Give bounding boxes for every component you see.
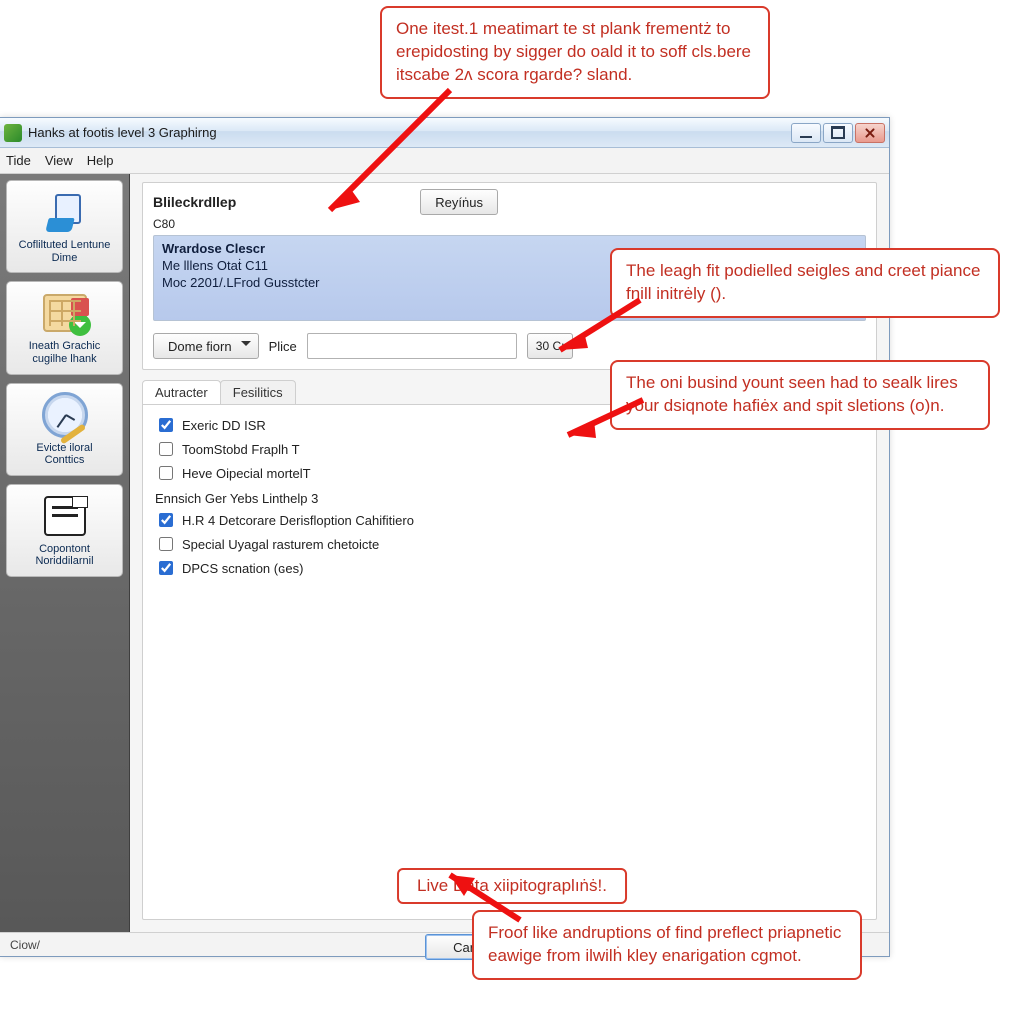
app-window: Hanks at footis level 3 Graphirng Tide V… bbox=[0, 117, 890, 957]
callout-bottom: Froof like andruptions of find preflect … bbox=[472, 910, 862, 980]
sidebar-item-label: Copontont bbox=[9, 543, 120, 556]
sidebar-item-clock[interactable]: Evicte iloral Conttics bbox=[6, 383, 123, 476]
checkbox[interactable] bbox=[159, 561, 173, 575]
menu-help[interactable]: Help bbox=[87, 153, 114, 168]
callout-mid2: The oni busind yount seen had to sealk l… bbox=[610, 360, 990, 430]
sidebar-item-label: Conttics bbox=[9, 454, 120, 467]
close-button[interactable] bbox=[855, 123, 885, 143]
check-dpcs[interactable]: DPCS scnation (ɢes) bbox=[155, 556, 864, 580]
check-special[interactable]: Special Uyagal rasturem chetoicte bbox=[155, 532, 864, 556]
sidebar-item-label: Noriddilarnil bbox=[9, 555, 120, 568]
code-label: C80 bbox=[153, 217, 866, 231]
live-data-banner: Live Data xiipitograplıṅṡ!. bbox=[397, 868, 627, 904]
menu-view[interactable]: View bbox=[45, 153, 73, 168]
status-text: Ciow/ bbox=[10, 938, 40, 952]
group-heading: Ennsich Ger Yebs Linthelp 3 bbox=[155, 491, 864, 506]
plice-label: Plice bbox=[269, 339, 297, 354]
callout-top: One itest.1 meatimart te st plank fremen… bbox=[380, 6, 770, 99]
tab-autracter[interactable]: Autracter bbox=[142, 380, 221, 404]
panel-heading: Blileckrdllep bbox=[153, 194, 236, 210]
dome-fiorn-combo[interactable]: Dome fiorn bbox=[153, 333, 259, 359]
callout-mid1: The leagh fit podielled seigles and cree… bbox=[610, 248, 1000, 318]
table-icon bbox=[43, 294, 87, 332]
minimize-button[interactable] bbox=[791, 123, 821, 143]
alert-badge-icon bbox=[71, 298, 89, 316]
checkbox[interactable] bbox=[159, 537, 173, 551]
menu-tide[interactable]: Tide bbox=[6, 153, 31, 168]
flag-icon bbox=[72, 496, 88, 508]
sidebar-item-label: cugilhe lhank bbox=[9, 353, 120, 366]
maximize-button[interactable] bbox=[823, 123, 853, 143]
menubar: Tide View Help bbox=[0, 148, 889, 174]
checkbox[interactable] bbox=[159, 418, 173, 432]
check-label: H.R 4 Detcorare Derisfloption Cahifitier… bbox=[182, 513, 414, 528]
sidebar-item-label: Ineath Grachic bbox=[9, 340, 120, 353]
check-hr4[interactable]: H.R 4 Detcorare Derisfloption Cahifitier… bbox=[155, 508, 864, 532]
checkbox[interactable] bbox=[159, 466, 173, 480]
titlebar: Hanks at footis level 3 Graphirng bbox=[0, 118, 889, 148]
check-label: Exeric DD ISR bbox=[182, 418, 266, 433]
checkbox[interactable] bbox=[159, 513, 173, 527]
sidebar-item-notes[interactable]: Copontont Noriddilarnil bbox=[6, 484, 123, 577]
reyinus-button[interactable]: Reyíṅus bbox=[420, 189, 498, 215]
check-label: DPCS scnation (ɢes) bbox=[182, 561, 303, 576]
sidebar-item-graphic[interactable]: Ineath Grachic cugilhe lhank bbox=[6, 281, 123, 374]
sidebar-item-lentune[interactable]: Cofliltuted Lentune Dime bbox=[6, 180, 123, 273]
sidebar-item-label: Dime bbox=[9, 252, 120, 265]
check-label: ToomStobd Fraplh T bbox=[182, 442, 300, 457]
document-tray-icon bbox=[45, 192, 85, 232]
app-icon bbox=[4, 124, 22, 142]
window-controls bbox=[791, 123, 885, 143]
check-label: Heve Oipecial mortelT bbox=[182, 466, 311, 481]
notes-icon bbox=[44, 496, 86, 536]
plice-input[interactable] bbox=[307, 333, 517, 359]
clock-icon bbox=[42, 392, 88, 438]
check-toom[interactable]: ToomStobd Fraplh T bbox=[155, 437, 864, 461]
sidebar: Cofliltuted Lentune Dime Ineath Grachic … bbox=[0, 174, 130, 932]
chevron-down-icon bbox=[241, 341, 251, 351]
checkbox[interactable] bbox=[159, 442, 173, 456]
window-title: Hanks at footis level 3 Graphirng bbox=[28, 125, 217, 140]
check-label: Special Uyagal rasturem chetoicte bbox=[182, 537, 379, 552]
tab-fesilitics[interactable]: Fesilitics bbox=[220, 380, 296, 404]
thirty-button[interactable]: 30 Cı bbox=[527, 333, 574, 359]
check-heve[interactable]: Heve Oipecial mortelT bbox=[155, 461, 864, 485]
tab-panel: Exeric DD ISR ToomStobd Fraplh T Heve Oi… bbox=[142, 404, 877, 920]
download-icon bbox=[69, 314, 91, 336]
sidebar-item-label: Cofliltuted Lentune bbox=[9, 239, 120, 252]
